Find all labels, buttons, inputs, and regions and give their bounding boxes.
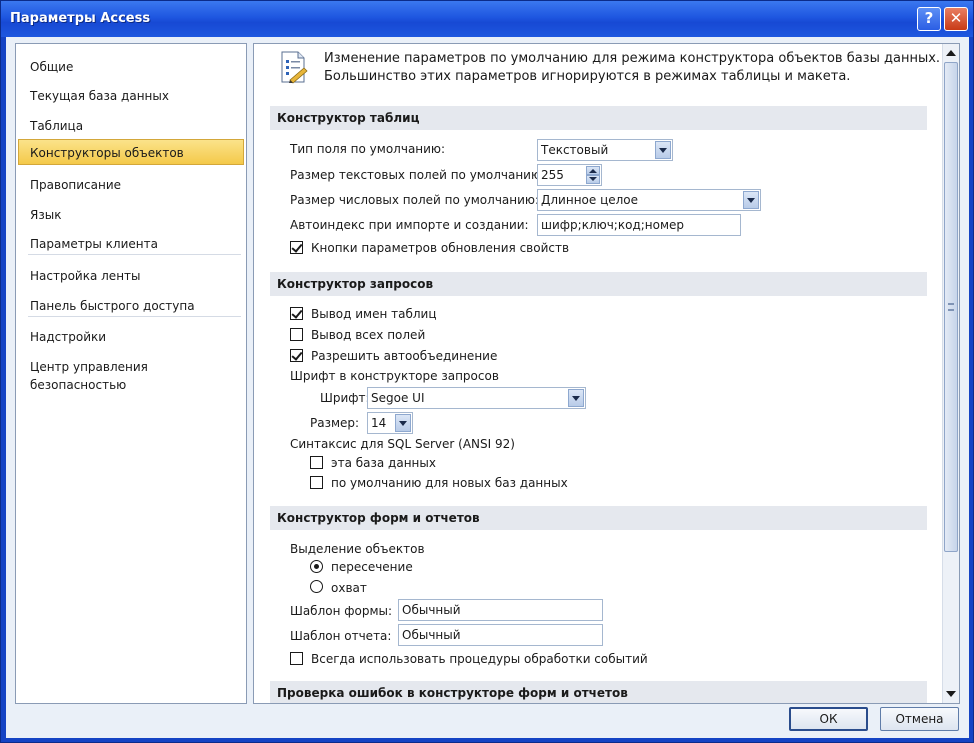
section-table-design: Конструктор таблиц — [270, 106, 927, 130]
section-query-design: Конструктор запросов — [270, 272, 927, 296]
section-form-report-design: Конструктор форм и отчетов — [270, 506, 927, 530]
form-template-label: Шаблон формы: — [290, 604, 393, 618]
access-options-dialog: Параметры Access ? ✕ Общие Текущая база … — [0, 0, 974, 743]
fully-enclosed-radio[interactable] — [310, 580, 323, 593]
vertical-scrollbar[interactable] — [942, 44, 959, 703]
close-button[interactable]: ✕ — [944, 7, 968, 31]
query-font-select[interactable]: Segoe UI — [367, 387, 586, 409]
query-font-group-label: Шрифт в конструкторе запросов — [290, 369, 499, 383]
nav-item-language[interactable]: Язык — [30, 206, 61, 224]
nav-item-general[interactable]: Общие — [30, 58, 73, 76]
number-field-size-label: Размер числовых полей по умолчанию: — [290, 193, 540, 207]
nav-item-trust-center[interactable]: Центр управления безопасностью — [30, 358, 246, 392]
section-error-checking: Проверка ошибок в конструкторе форм и от… — [270, 681, 927, 703]
always-event-procedures-label: Всегда использовать процедуры обработки … — [311, 652, 648, 666]
autoindex-input[interactable]: шифр;ключ;код;номер — [537, 214, 741, 236]
default-field-type-select[interactable]: Текстовый — [537, 139, 673, 161]
nav-item-datasheet[interactable]: Таблица — [30, 117, 83, 135]
query-font-size-label: Размер: — [310, 416, 360, 430]
query-font-label: Шрифт: — [320, 391, 370, 405]
number-field-size-select[interactable]: Длинное целое — [537, 189, 761, 211]
text-field-size-value: 255 — [541, 168, 564, 182]
default-new-db-checkbox[interactable] — [310, 476, 323, 489]
autojoin-checkbox[interactable] — [290, 349, 303, 362]
query-font-size-select[interactable]: 14 — [367, 412, 413, 434]
pane-description: Изменение параметров по умолчанию для ре… — [324, 50, 944, 86]
scrollbar-thumb[interactable] — [944, 62, 958, 552]
chevron-down-icon[interactable] — [743, 191, 759, 209]
report-template-input[interactable]: Обычный — [398, 624, 603, 646]
spin-up-icon[interactable] — [586, 166, 600, 175]
this-database-checkbox[interactable] — [310, 456, 323, 469]
category-list: Общие Текущая база данных Таблица Констр… — [15, 43, 247, 704]
nav-item-client-settings[interactable]: Параметры клиента — [30, 235, 158, 253]
chevron-down-icon[interactable] — [655, 141, 671, 159]
nav-divider — [28, 254, 241, 255]
nav-item-customize-ribbon[interactable]: Настройка ленты — [30, 267, 141, 285]
description-line-2: Большинство этих параметров игнорируются… — [324, 69, 851, 84]
settings-pane: Изменение параметров по умолчанию для ре… — [253, 43, 960, 704]
fully-enclosed-label: охват — [331, 581, 367, 595]
description-line-1: Изменение параметров по умолчанию для ре… — [324, 51, 941, 66]
chevron-down-icon[interactable] — [395, 414, 411, 432]
text-field-size-label: Размер текстовых полей по умолчанию: — [290, 168, 546, 182]
cancel-button[interactable]: Отмена — [880, 707, 959, 731]
chevron-down-icon[interactable] — [568, 389, 584, 407]
object-designer-icon — [281, 51, 308, 84]
help-button[interactable]: ? — [917, 7, 941, 31]
show-table-names-checkbox[interactable] — [290, 307, 303, 320]
default-field-type-label: Тип поля по умолчанию: — [290, 142, 446, 156]
selection-behavior-label: Выделение объектов — [290, 542, 425, 556]
partial-enclosed-label: пересечение — [331, 560, 413, 574]
autojoin-label: Разрешить автообъединение — [311, 349, 498, 363]
number-field-size-value: Длинное целое — [541, 193, 639, 207]
dialog-client-area: Общие Текущая база данных Таблица Констр… — [6, 37, 969, 738]
ok-button[interactable]: ОК — [789, 707, 868, 731]
default-field-type-value: Текстовый — [541, 143, 609, 157]
show-table-names-label: Вывод имен таблиц — [311, 307, 437, 321]
output-all-fields-label: Вывод всех полей — [311, 328, 426, 342]
query-font-value: Segoe UI — [371, 391, 425, 405]
nav-item-object-designers[interactable]: Конструкторы объектов — [18, 139, 244, 165]
nav-item-current-database[interactable]: Текущая база данных — [30, 87, 169, 105]
report-template-label: Шаблон отчета: — [290, 629, 392, 643]
scroll-up-icon[interactable] — [946, 50, 956, 56]
grip-icon — [948, 303, 954, 311]
autoindex-label: Автоиндекс при импорте и создании: — [290, 218, 529, 232]
scroll-down-icon[interactable] — [946, 691, 956, 697]
nav-item-quick-access-toolbar[interactable]: Панель быстрого доступа — [30, 297, 195, 315]
spinner-buttons[interactable] — [586, 166, 600, 184]
nav-divider — [28, 316, 241, 317]
form-template-input[interactable]: Обычный — [398, 599, 603, 621]
default-new-db-label: по умолчанию для новых баз данных — [331, 476, 568, 490]
nav-item-proofing[interactable]: Правописание — [30, 176, 121, 194]
output-all-fields-checkbox[interactable] — [290, 328, 303, 341]
title-bar[interactable]: Параметры Access ? ✕ — [1, 1, 973, 37]
partial-enclosed-radio[interactable] — [310, 560, 323, 573]
query-font-size-value: 14 — [371, 416, 387, 430]
spin-down-icon[interactable] — [586, 175, 600, 184]
this-database-label: эта база данных — [331, 456, 436, 470]
nav-item-add-ins[interactable]: Надстройки — [30, 328, 106, 346]
always-event-procedures-checkbox[interactable] — [290, 652, 303, 665]
update-options-label: Кнопки параметров обновления свойств — [311, 241, 570, 255]
text-field-size-spinner[interactable]: 255 — [537, 164, 602, 186]
window-title: Параметры Access — [10, 11, 151, 26]
update-options-checkbox[interactable] — [290, 241, 303, 254]
sql-syntax-label: Синтаксис для SQL Server (ANSI 92) — [290, 437, 515, 451]
